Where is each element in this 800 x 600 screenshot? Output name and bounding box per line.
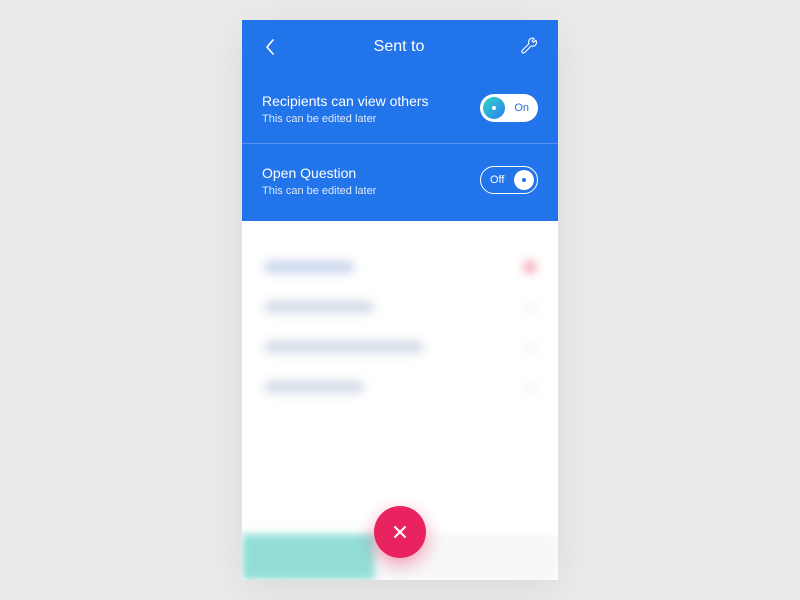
setting-label: Recipients can view others (262, 92, 429, 111)
toggle-recipients-view-others[interactable]: On (480, 94, 538, 122)
list-item-status-icon (524, 301, 536, 313)
list-item (264, 327, 536, 367)
setting-subtext: This can be edited later (262, 113, 429, 125)
app-screen: Sent to Recipients can view others This … (242, 20, 558, 580)
wrench-icon (519, 37, 539, 57)
setting-text: Recipients can view others This can be e… (262, 92, 429, 125)
toggle-knob (514, 170, 534, 190)
setting-open-question: Open Question This can be edited later O… (242, 143, 558, 215)
setting-recipients-view-others: Recipients can view others This can be e… (242, 72, 558, 143)
setting-label: Open Question (262, 164, 376, 183)
settings-button[interactable] (518, 36, 540, 58)
close-icon (391, 523, 409, 541)
toggle-state-label: On (514, 102, 529, 114)
toggle-knob (483, 97, 505, 119)
toggle-open-question[interactable]: Off (480, 166, 538, 194)
list-item-name-placeholder (264, 301, 374, 313)
contact-list-blurred (242, 221, 558, 407)
back-button[interactable] (260, 37, 280, 57)
list-item-status-icon (524, 341, 536, 353)
toggle-state-label: Off (490, 174, 504, 186)
list-item-status-icon (524, 381, 536, 393)
list-item (264, 367, 536, 407)
chevron-left-icon (264, 38, 276, 56)
header-panel: Sent to Recipients can view others This … (242, 20, 558, 221)
list-item (264, 287, 536, 327)
list-item-name-placeholder (264, 261, 354, 273)
list-item (264, 247, 536, 287)
list-item-name-placeholder (264, 381, 364, 393)
close-fab[interactable] (374, 506, 426, 558)
list-item-status-icon (524, 261, 536, 273)
setting-text: Open Question This can be edited later (262, 164, 376, 197)
list-item-name-placeholder (264, 341, 424, 353)
setting-subtext: This can be edited later (262, 185, 376, 197)
page-title: Sent to (374, 38, 425, 56)
nav-bar: Sent to (242, 20, 558, 72)
